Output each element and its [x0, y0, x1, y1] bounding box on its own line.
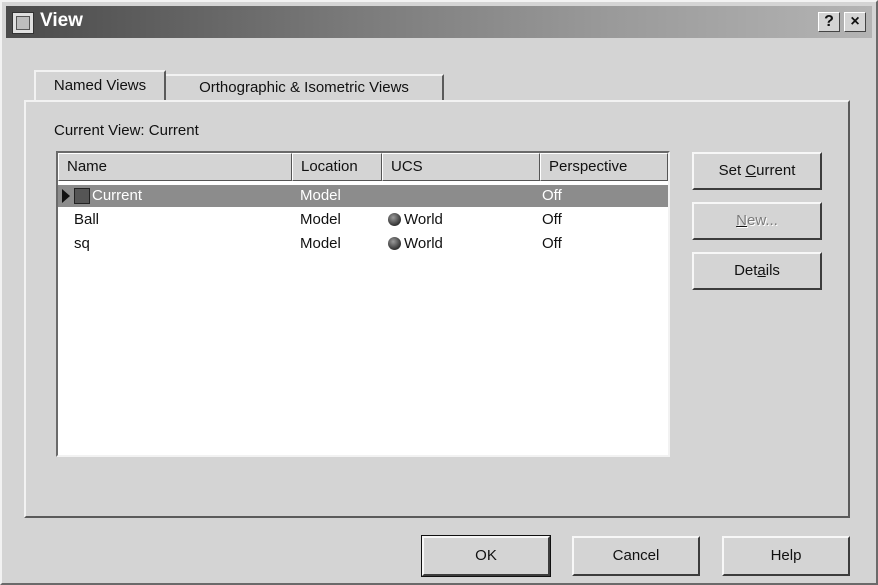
ok-button[interactable]: OK	[421, 535, 551, 577]
button-text: urrent	[756, 162, 796, 179]
view-app-icon	[12, 12, 34, 34]
accelerator-key: a	[757, 262, 766, 279]
help-button[interactable]: Help	[722, 536, 850, 576]
column-header-ucs[interactable]: UCS	[382, 153, 540, 181]
row-perspective: Off	[542, 211, 562, 228]
help-icon: ?	[824, 13, 834, 30]
titlebar[interactable]: View ? ×	[6, 6, 872, 38]
row-perspective: Off	[542, 235, 562, 252]
tab-label: Named Views	[53, 77, 147, 94]
tab-named-views[interactable]: Named Views	[34, 70, 166, 100]
close-icon: ×	[850, 13, 860, 30]
ucs-label: World	[404, 235, 443, 252]
table-row[interactable]: Ball Model World Off	[58, 209, 668, 231]
new-button[interactable]: New...	[692, 202, 822, 240]
accelerator-key: N	[736, 212, 747, 229]
current-view-label: Current View: Current	[54, 122, 199, 139]
column-header-perspective[interactable]: Perspective	[540, 153, 668, 181]
button-text: Cancel	[612, 547, 660, 564]
close-button[interactable]: ×	[844, 12, 866, 32]
button-text: OK	[475, 547, 497, 564]
globe-icon	[388, 213, 401, 226]
table-row[interactable]: sq Model World Off	[58, 233, 668, 255]
cancel-button[interactable]: Cancel	[572, 536, 700, 576]
set-current-button[interactable]: Set Current	[692, 152, 822, 190]
row-ucs: World	[388, 235, 443, 252]
table-row[interactable]: Current Model Off	[58, 185, 668, 207]
column-header-label: UCS	[391, 158, 423, 175]
column-header-label: Perspective	[549, 158, 628, 175]
button-text: Set	[718, 162, 746, 179]
current-view-value: Current	[148, 122, 199, 139]
button-text: ils	[765, 262, 780, 279]
accelerator-key: C	[745, 162, 757, 179]
row-location: Model	[300, 211, 341, 228]
button-text: Det	[734, 262, 758, 279]
button-text: Help	[770, 547, 802, 564]
row-perspective: Off	[542, 187, 562, 204]
row-location: Model	[300, 235, 341, 252]
column-header-name[interactable]: Name	[58, 153, 292, 181]
current-view-caption: Current View:	[54, 122, 145, 139]
named-views-list[interactable]: Name Location UCS Perspective Current Mo…	[56, 151, 670, 457]
current-row-arrow-icon	[62, 189, 70, 203]
column-header-label: Location	[301, 158, 358, 175]
help-title-button[interactable]: ?	[818, 12, 840, 32]
row-ucs: World	[388, 211, 443, 228]
window-title: View	[40, 10, 83, 31]
view-dialog: View ? × Named Views Orthographic & Isom…	[0, 0, 878, 585]
row-name: Current	[92, 187, 143, 204]
row-name: sq	[74, 235, 90, 252]
row-location: Model	[300, 187, 341, 204]
ucs-label: World	[404, 211, 443, 228]
details-button[interactable]: Details	[692, 252, 822, 290]
list-header: Name Location UCS Perspective	[58, 153, 668, 181]
column-header-label: Name	[67, 158, 108, 175]
row-name: Ball	[74, 211, 100, 228]
column-header-location[interactable]: Location	[292, 153, 382, 181]
tab-label: Orthographic & Isometric Views	[199, 79, 409, 96]
button-text: ew...	[746, 212, 778, 229]
tab-orthographic-isometric[interactable]: Orthographic & Isometric Views	[166, 74, 444, 100]
globe-icon	[388, 237, 401, 250]
view-icon	[74, 188, 90, 204]
